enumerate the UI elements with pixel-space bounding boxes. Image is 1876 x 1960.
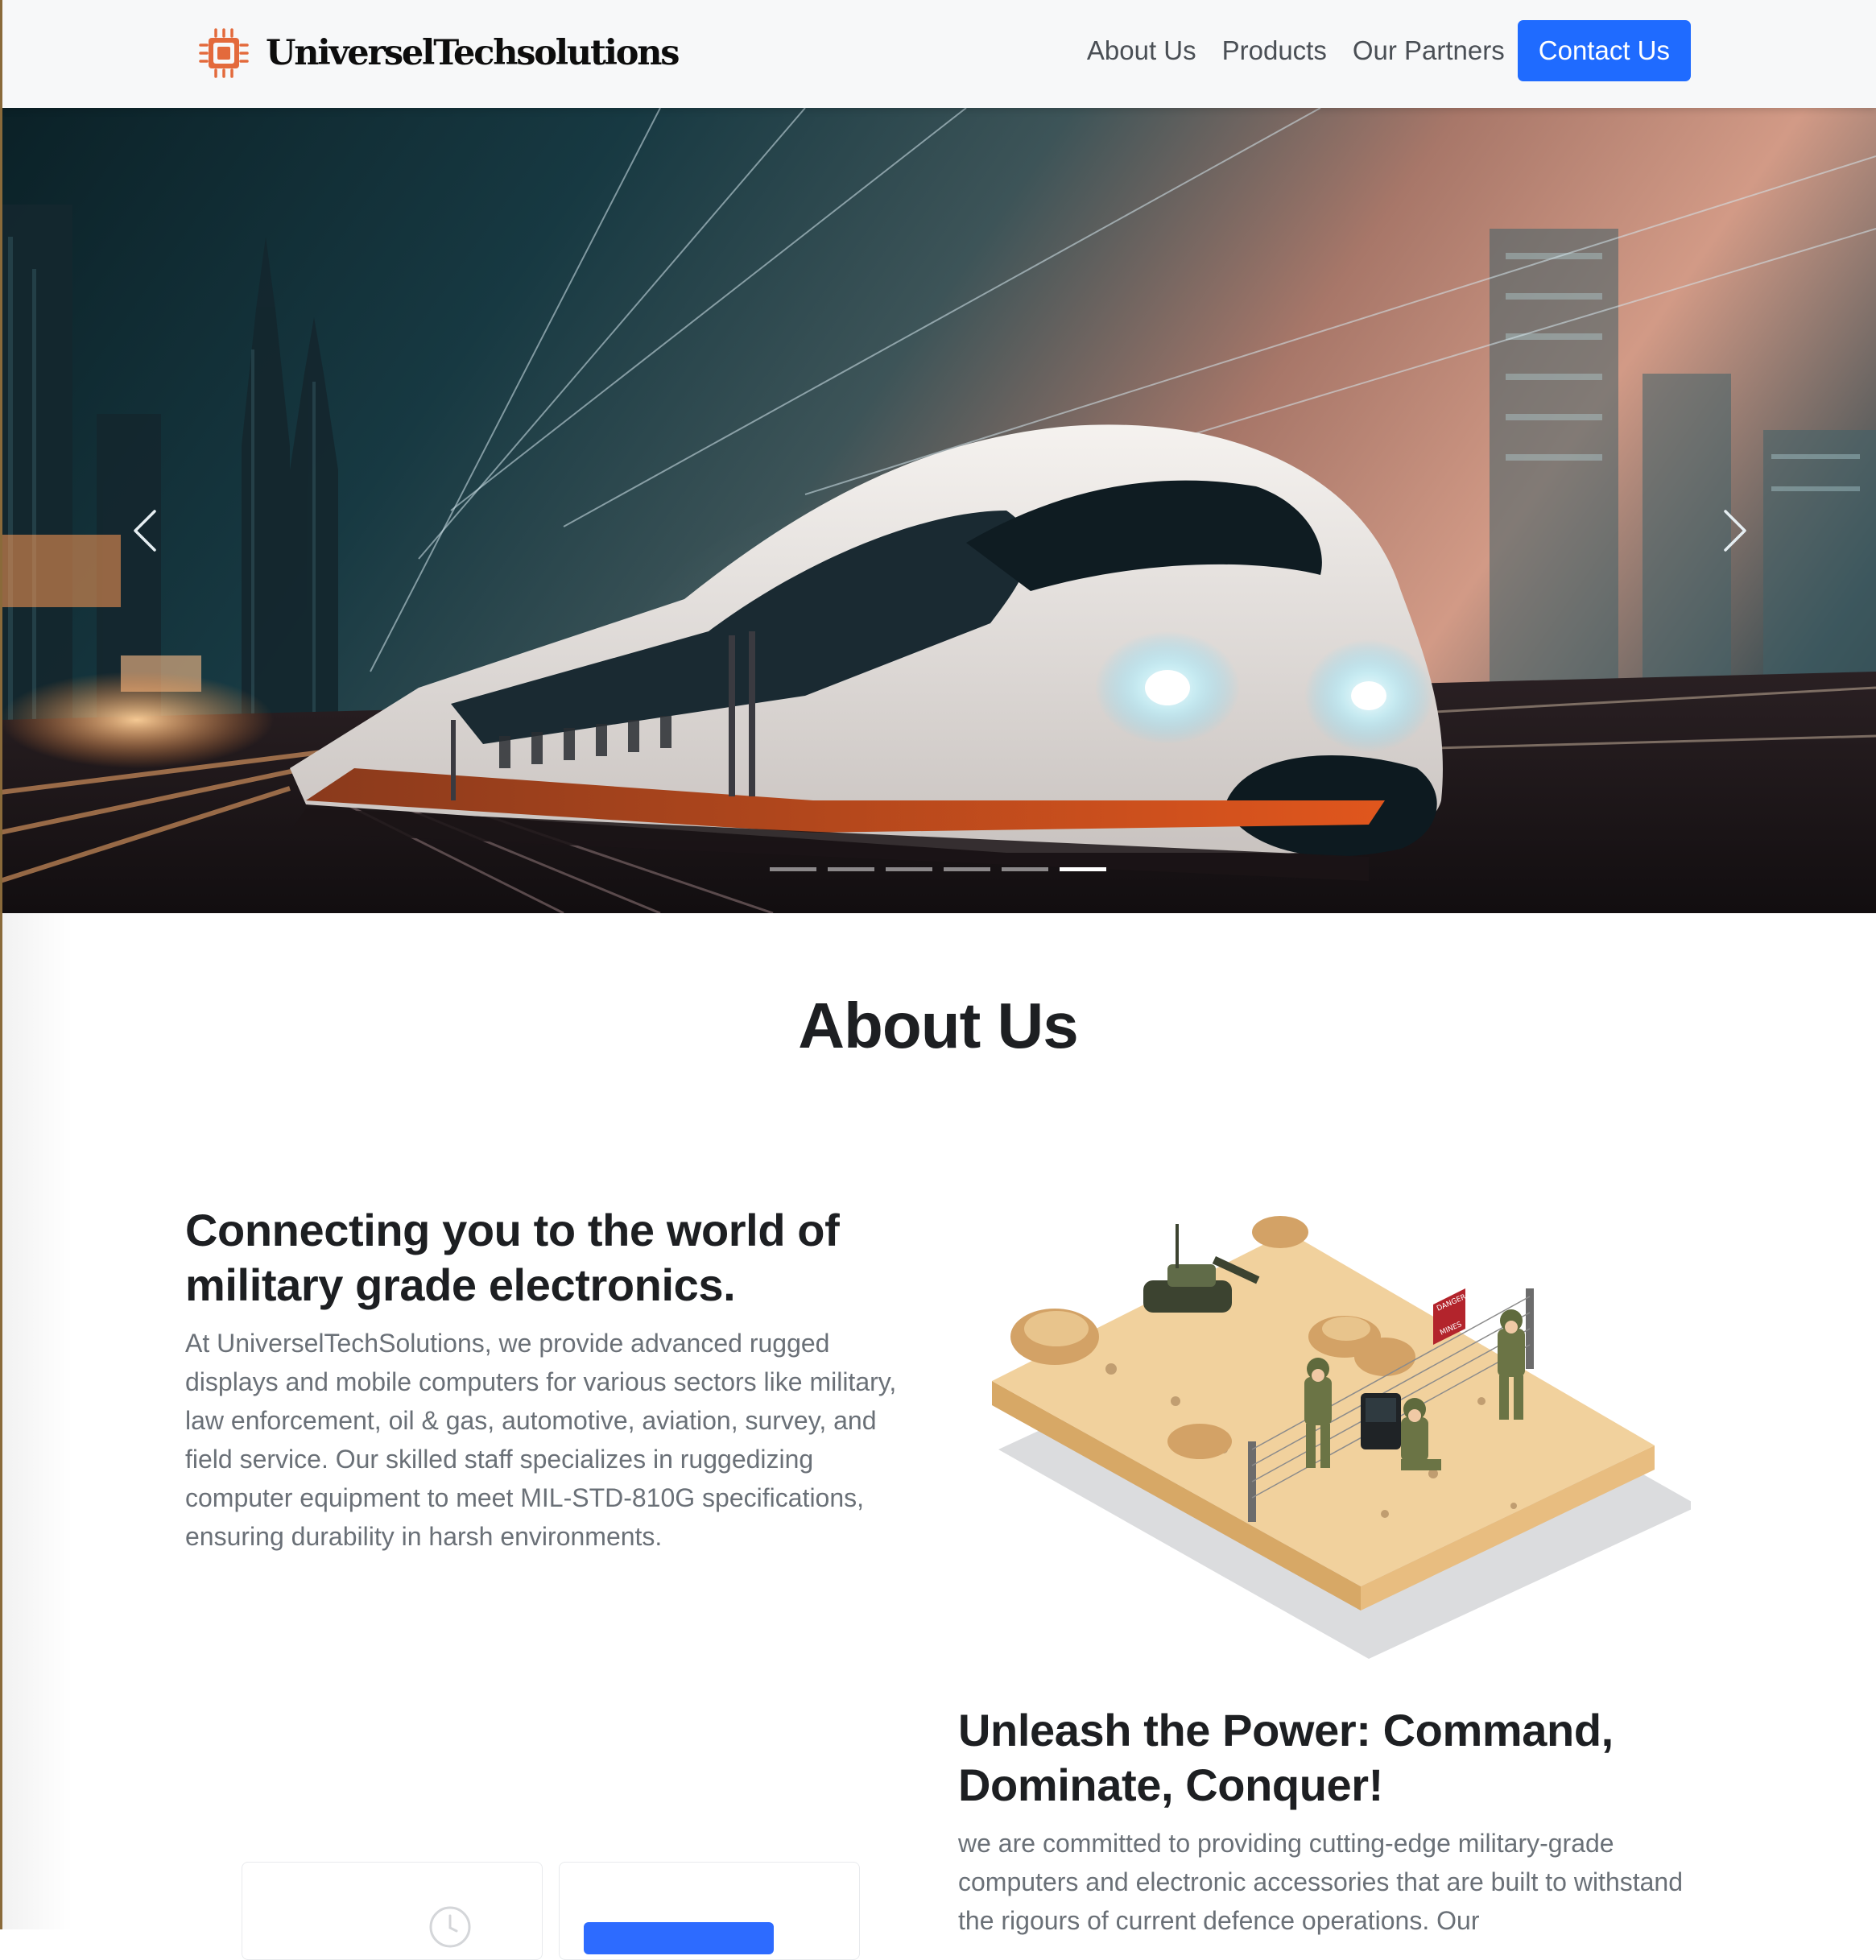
carousel-indicators	[770, 867, 1118, 871]
feature-card	[242, 1862, 543, 1960]
carousel-indicator[interactable]	[886, 867, 932, 871]
carousel-indicator[interactable]	[1002, 867, 1048, 871]
nav-link-our-partners[interactable]: Our Partners	[1353, 35, 1505, 66]
nav-link-products[interactable]: Products	[1222, 35, 1327, 66]
nav-link-about-us[interactable]: About Us	[1087, 35, 1196, 66]
carousel-next-button[interactable]	[1703, 474, 1767, 579]
clock-icon	[429, 1906, 471, 1948]
nav-links: About Us Products Our Partners Contact U…	[1061, 20, 1691, 81]
about-us-title: About Us	[798, 990, 1079, 1061]
microchip-icon	[199, 28, 249, 78]
section-heading-unleash-power: Unleash the Power: Command, Dominate, Co…	[958, 1705, 1614, 1810]
carousel-indicator[interactable]	[944, 867, 990, 871]
section-text-commitment: we are committed to providing cutting-ed…	[958, 1829, 1684, 1935]
navbar: UniverselTechsolutions About Us Products…	[0, 0, 1876, 108]
carousel-indicator[interactable]	[1060, 867, 1106, 871]
chevron-left-icon	[134, 510, 156, 552]
military-isometric-illustration: DANGER MINES	[992, 1216, 1691, 1659]
hero-train-image	[0, 108, 1876, 913]
card-button[interactable]	[584, 1922, 774, 1954]
section-text-about: At UniverselTechSolutions, we provide ad…	[185, 1329, 897, 1551]
carousel-prev-button[interactable]	[113, 474, 177, 579]
section-heading-military-electronics: Connecting you to the world of military …	[185, 1205, 840, 1310]
feature-card	[559, 1862, 860, 1960]
page-side-shade	[0, 913, 72, 1929]
brand-name: UniverselTechsolutions	[266, 33, 680, 73]
carousel-indicator[interactable]	[770, 867, 816, 871]
chevron-right-icon	[1724, 510, 1746, 552]
hero-carousel	[0, 108, 1876, 913]
carousel-indicator[interactable]	[828, 867, 874, 871]
brand[interactable]: UniverselTechsolutions	[198, 27, 680, 79]
contact-us-button[interactable]: Contact Us	[1517, 20, 1691, 81]
